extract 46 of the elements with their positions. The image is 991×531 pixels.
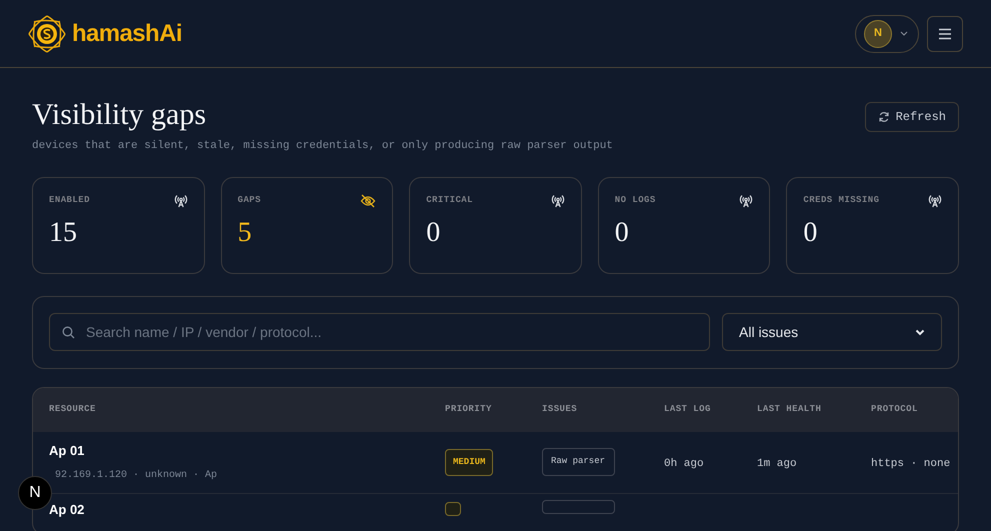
stat-label: NO LOGS bbox=[614, 194, 656, 207]
avatar: N bbox=[864, 20, 892, 48]
stat-label: GAPS bbox=[238, 194, 261, 207]
stat-value: 0 bbox=[614, 216, 630, 250]
brand-name: hamashAi bbox=[72, 18, 182, 48]
menu-button[interactable] bbox=[927, 16, 963, 52]
antenna-icon bbox=[928, 194, 942, 208]
antenna-icon bbox=[174, 194, 188, 208]
stat-value: 15 bbox=[49, 216, 78, 250]
stat-value: 5 bbox=[238, 216, 253, 250]
refresh-button[interactable]: Refresh bbox=[864, 102, 959, 132]
column-header: ISSUES bbox=[542, 404, 578, 414]
antenna-icon bbox=[550, 194, 565, 208]
column-header: PROTOCOL bbox=[871, 404, 918, 414]
last-health-time: 1m ago bbox=[757, 458, 797, 470]
issue-tag: Raw parser bbox=[542, 448, 615, 476]
column-header: LAST HEALTH bbox=[757, 404, 822, 414]
stat-label: ENABLED bbox=[49, 194, 90, 207]
last-log-time: 0h ago bbox=[664, 458, 704, 470]
stat-value: 0 bbox=[426, 216, 442, 250]
page-title: Visibility gaps bbox=[32, 98, 208, 132]
menu-icon bbox=[938, 28, 952, 40]
column-header: LAST LOG bbox=[664, 404, 711, 414]
search-icon bbox=[62, 326, 75, 339]
refresh-icon bbox=[878, 111, 890, 123]
chevron-down-icon bbox=[900, 31, 908, 36]
priority-badge: MEDIUM bbox=[445, 448, 494, 476]
resource-details: 92.169.1.120 · unknown · Ap bbox=[55, 468, 218, 484]
column-header: PRIORITY bbox=[445, 404, 492, 414]
eye-off-icon bbox=[360, 194, 376, 208]
resource-name: Ap 01 bbox=[49, 442, 86, 460]
search-field[interactable]: Search name / IP / vendor / protocol... bbox=[49, 313, 710, 351]
account-menu-button[interactable]: N bbox=[855, 14, 919, 52]
issue-filter-select[interactable]: All issues bbox=[722, 313, 942, 351]
priority-badge bbox=[445, 502, 461, 516]
chevron-down-icon bbox=[915, 328, 925, 336]
resource-name: Ap 02 bbox=[49, 500, 86, 519]
stat-value: 0 bbox=[803, 216, 818, 250]
protocol-text: https · none bbox=[871, 458, 950, 470]
antenna-icon bbox=[739, 194, 754, 208]
dev-indicator-button[interactable]: N bbox=[18, 476, 52, 510]
sun-logo-icon bbox=[26, 12, 68, 54]
stat-label: CRITICAL bbox=[426, 194, 473, 207]
stat-label: CREDS MISSING bbox=[803, 194, 880, 207]
column-header: RESOURCE bbox=[49, 404, 96, 414]
page-subtitle: devices that are silent, stale, missing credentials, or only producing raw parser output bbox=[32, 139, 613, 154]
